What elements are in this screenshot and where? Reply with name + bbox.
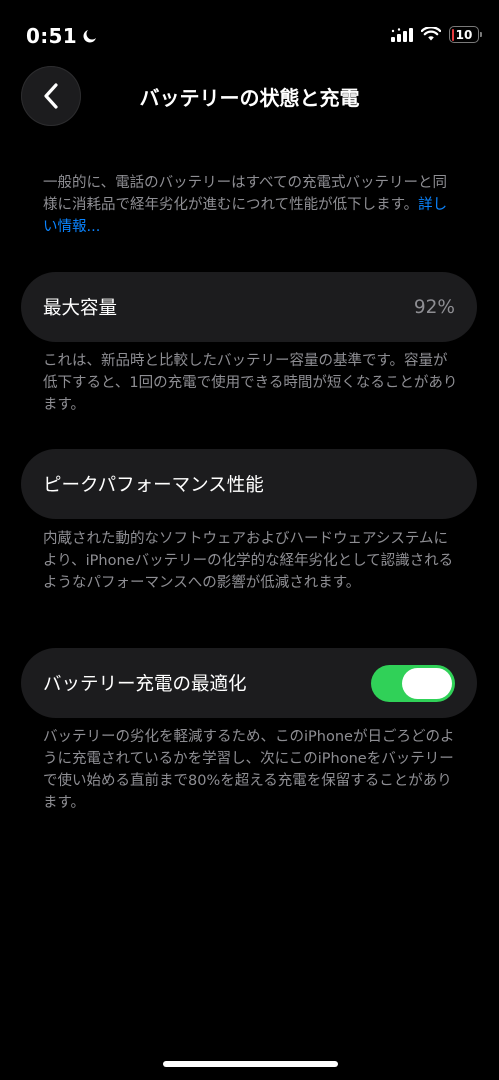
optimized-charging-description: バッテリーの劣化を軽減するため、このiPhoneが日ごろどのように充電されている… [43, 729, 455, 811]
status-bar: 0:51 10 [0, 0, 499, 56]
home-indicator[interactable] [163, 1061, 338, 1067]
status-time: 0:51 [26, 24, 99, 48]
battery-icon: 10 [449, 26, 482, 43]
cellular-signal-icon [391, 27, 413, 42]
battery-level-text: 10 [455, 27, 473, 42]
optimized-charging-toggle[interactable] [371, 664, 455, 702]
wifi-icon [421, 27, 441, 41]
optimized-charging-label: バッテリー充電の最適化 [43, 674, 247, 695]
max-capacity-value: 92% [413, 296, 455, 318]
peak-performance-description: 内蔵された動的なソフトウェアおよびハードウェアシステムにより、iPhoneバッテ… [43, 531, 454, 591]
page-title: バッテリーの状態と充電 [139, 86, 360, 110]
intro-body: 一般的に、電話のバッテリーはすべての充電式バッテリーと同様に消耗品で経年劣化が進… [43, 175, 447, 213]
optimized-charging-row: バッテリー充電の最適化 [21, 648, 477, 718]
max-capacity-row: 最大容量 92% [21, 272, 477, 342]
max-capacity-description: これは、新品時と比較したバッテリー容量の基準です。容量が低下すると、1回の充電で… [43, 353, 458, 413]
moon-icon [83, 30, 96, 43]
max-capacity-label: 最大容量 [43, 298, 118, 319]
toggle-knob [402, 667, 452, 699]
peak-performance-label: ピークパフォーマンス性能 [43, 475, 264, 496]
battery-cap [480, 32, 482, 37]
navigation-bar: バッテリーの状態と充電 [0, 66, 499, 126]
intro-text: 一般的に、電話のバッテリーはすべての充電式バッテリーと同様に消耗品で経年劣化が進… [43, 172, 458, 238]
peak-performance-row[interactable]: ピークパフォーマンス性能 [21, 449, 477, 519]
clock-text: 0:51 [26, 24, 77, 48]
status-indicators: 10 [391, 26, 482, 43]
